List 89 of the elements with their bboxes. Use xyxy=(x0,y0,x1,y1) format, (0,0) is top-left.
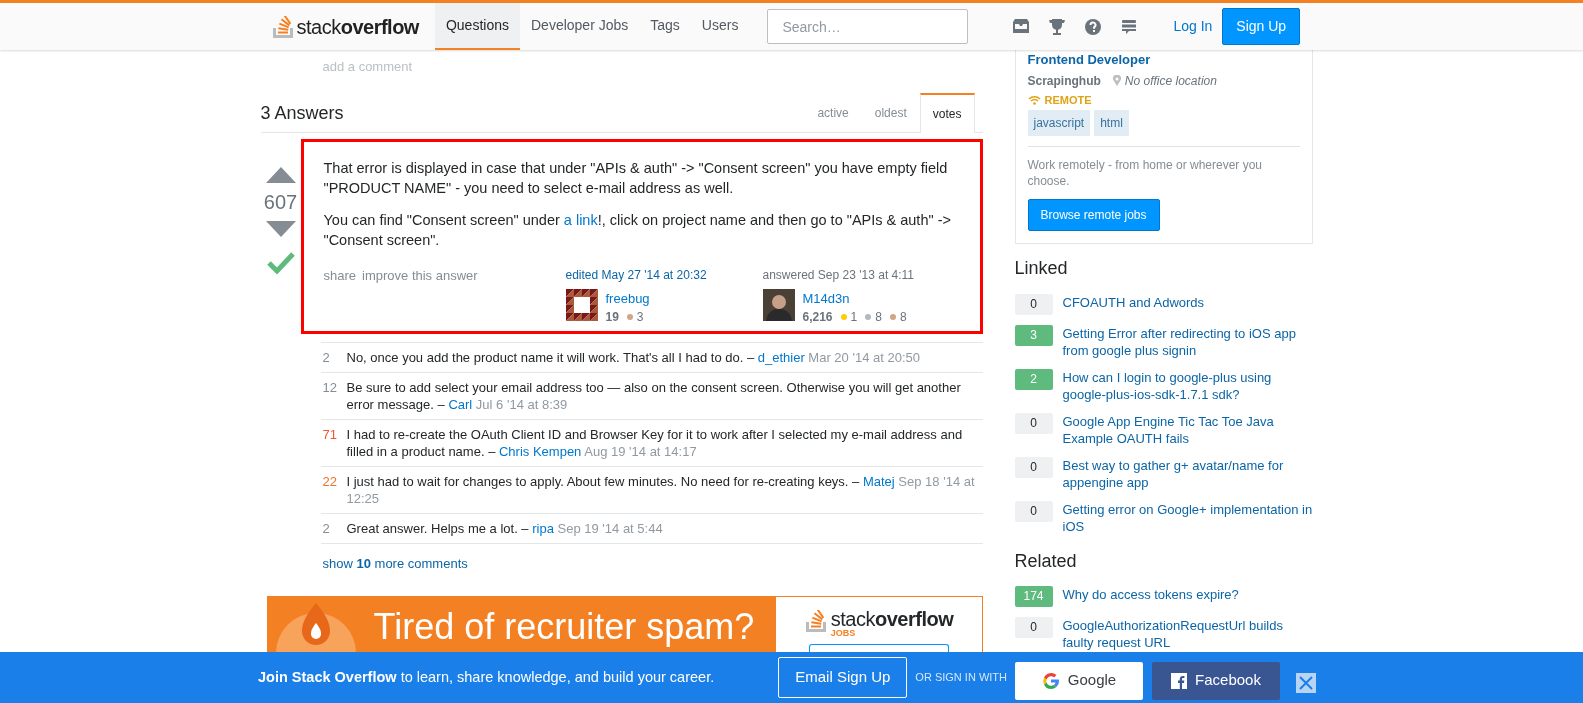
sort-tab[interactable]: active xyxy=(804,92,862,132)
score-badge: 0 xyxy=(1014,293,1053,315)
tag[interactable]: html xyxy=(1094,110,1129,136)
nav-tab[interactable]: Tags xyxy=(639,3,691,50)
score-badge: 3 xyxy=(1014,324,1053,346)
upvote-icon[interactable] xyxy=(265,166,296,183)
badge-count: 8 xyxy=(875,309,882,326)
comment-score: 71 xyxy=(321,426,338,444)
location-pin-icon xyxy=(1112,75,1121,86)
comment-text: I just had to wait for changes to apply. About few minutes. No need for re-creating keys. – Matej Sep 18 '14 at 12:25 xyxy=(346,473,976,507)
comment-text: Great answer. Helps me a lot. – ripa Sep 19 '14 at 5:44 xyxy=(346,520,663,537)
job-title-link[interactable]: Frontend Developer xyxy=(1027,52,1151,68)
comment-text: Be sure to add select your email address too — also on the consent screen. Otherwise you will get another error message. – Carl Jul 6 '14 at 8:39 xyxy=(346,379,962,413)
question-link[interactable]: Best way to gather g+ avatar/name for appengine app xyxy=(1062,456,1313,491)
comment-text: I had to re-create the OAuth Client ID and Browser Key for it to work after I selected my e-mail address and filled in a product name. – Chris Kempen Aug 19 '14 at 14:17 xyxy=(346,426,964,460)
login-link[interactable]: Log In xyxy=(1163,16,1223,37)
post-menu-link[interactable]: improve this answer xyxy=(362,265,478,285)
question-link[interactable]: CFOAUTH and Adwords xyxy=(1062,293,1205,315)
question-link[interactable]: Getting error on Google+ implementation in iOS xyxy=(1062,500,1313,535)
comment-author[interactable]: Carl xyxy=(448,397,473,412)
comment-score: 22 xyxy=(321,473,338,491)
banner-text: Join Stack Overflow to learn, share knowledge, and build your career. xyxy=(258,667,715,687)
comment-score: 12 xyxy=(321,379,338,397)
score-badge: 0 xyxy=(1014,500,1053,522)
job-description: Work remotely - from home or wherever you choose. xyxy=(1027,157,1263,189)
comment-author[interactable]: Matej xyxy=(862,474,895,489)
sort-tab[interactable]: votes xyxy=(919,92,975,133)
answer-paragraph: That error is displayed in case that under "APIs & auth" -> "Consent screen" you have empty field "PRODUCT NAME" - you need to select e-mail address as well. xyxy=(323,158,949,198)
ads-logo-text: stackoverflow JOBS xyxy=(830,608,954,638)
sort-tab[interactable]: oldest xyxy=(861,92,920,132)
ad-headline: Tired of recruiter spam? xyxy=(373,606,755,647)
identicon-avatar xyxy=(565,288,598,321)
logo[interactable]: stackoverflow xyxy=(270,11,419,42)
browse-jobs-button[interactable]: Browse remote jobs xyxy=(1027,199,1160,231)
job-location: No office location xyxy=(1124,72,1217,90)
email-signup-button[interactable]: Email Sign Up xyxy=(778,657,908,698)
google-signin-button[interactable]: Google xyxy=(1015,661,1143,700)
google-icon xyxy=(1041,671,1060,690)
question-link[interactable]: Getting Error after redirecting to iOS app from google plus signin xyxy=(1062,324,1313,359)
comment-score: 2 xyxy=(321,520,331,537)
score-badge: 2 xyxy=(1014,368,1053,390)
comment-text: No, once you add the product name it will work. That's all I had to do. – d_ethier Mar 20 '14 at 20:50 xyxy=(346,349,920,366)
avatar-icon xyxy=(762,288,795,321)
score-badge: 0 xyxy=(1014,456,1053,478)
post-timestamp[interactable]: edited May 27 '14 at 20:32 xyxy=(565,265,763,284)
tag[interactable]: javascript xyxy=(1027,110,1091,136)
answers-heading: 3 Answers xyxy=(260,101,344,125)
badge-count: 3 xyxy=(636,309,644,326)
nav-tab[interactable]: Users xyxy=(690,3,750,50)
downvote-icon[interactable] xyxy=(265,220,296,237)
reputation: 6,216 xyxy=(802,309,833,326)
badge-count: 8 xyxy=(899,309,907,326)
comment-author[interactable]: ripa xyxy=(532,521,554,536)
nav-tab[interactable]: Developer Jobs xyxy=(520,3,640,50)
badge-count: 1 xyxy=(850,309,858,326)
search-field[interactable]: Search… xyxy=(767,9,969,44)
close-icon[interactable] xyxy=(1296,672,1316,693)
show-more-comments-link[interactable]: show 10 more comments xyxy=(322,554,468,574)
nav-tab[interactable]: Questions xyxy=(434,3,520,50)
vote-count: 607 xyxy=(263,189,298,215)
remote-label: REMOTE xyxy=(1044,92,1092,108)
user-name[interactable]: freebug xyxy=(605,288,650,308)
post-timestamp: answered Sep 23 '13 at 4:11 xyxy=(762,266,915,284)
facebook-icon xyxy=(1171,672,1188,689)
score-badge: 0 xyxy=(1014,617,1053,639)
facebook-signin-button[interactable]: Facebook xyxy=(1152,661,1280,700)
ad-button[interactable] xyxy=(808,643,949,652)
section-heading: Linked xyxy=(1014,258,1069,280)
reputation: 19 xyxy=(605,309,619,326)
question-link[interactable]: Google App Engine Tic Tac Toe Java Example OAUTH fails xyxy=(1062,412,1313,447)
signup-button[interactable]: Sign Up xyxy=(1222,8,1301,45)
score-badge: 174 xyxy=(1014,586,1053,608)
checkmark-icon[interactable] xyxy=(266,250,295,275)
section-heading: Related xyxy=(1014,550,1078,573)
company-name: Scrapinghub xyxy=(1027,72,1101,90)
comment-author[interactable]: d_ethier xyxy=(757,350,805,365)
answer-paragraph: You can find "Consent screen" under a link!, click on project name and then go to "APIs & auth" -> "Consent screen". xyxy=(323,210,952,250)
sign-in-label: OR SIGN IN WITH xyxy=(915,670,1007,686)
inline-link[interactable]: a link xyxy=(563,211,598,228)
question-link[interactable]: Why do access tokens expire? xyxy=(1062,586,1239,608)
post-menu-link[interactable]: share xyxy=(323,265,357,285)
score-badge: 0 xyxy=(1014,412,1053,434)
user-name[interactable]: M14d3n xyxy=(802,288,911,308)
comment-score: 2 xyxy=(321,349,331,366)
question-link[interactable]: GoogleAuthorizationRequestUrl builds faulty request URL xyxy=(1062,617,1313,652)
comment-author[interactable]: Chris Kempen xyxy=(499,444,582,459)
question-link[interactable]: How can I login to google-plus using google-plus-ios-sdk-1.7.1 sdk? xyxy=(1062,368,1313,403)
logo-text: stackoverflow xyxy=(296,14,419,40)
wifi-icon xyxy=(1027,94,1041,105)
